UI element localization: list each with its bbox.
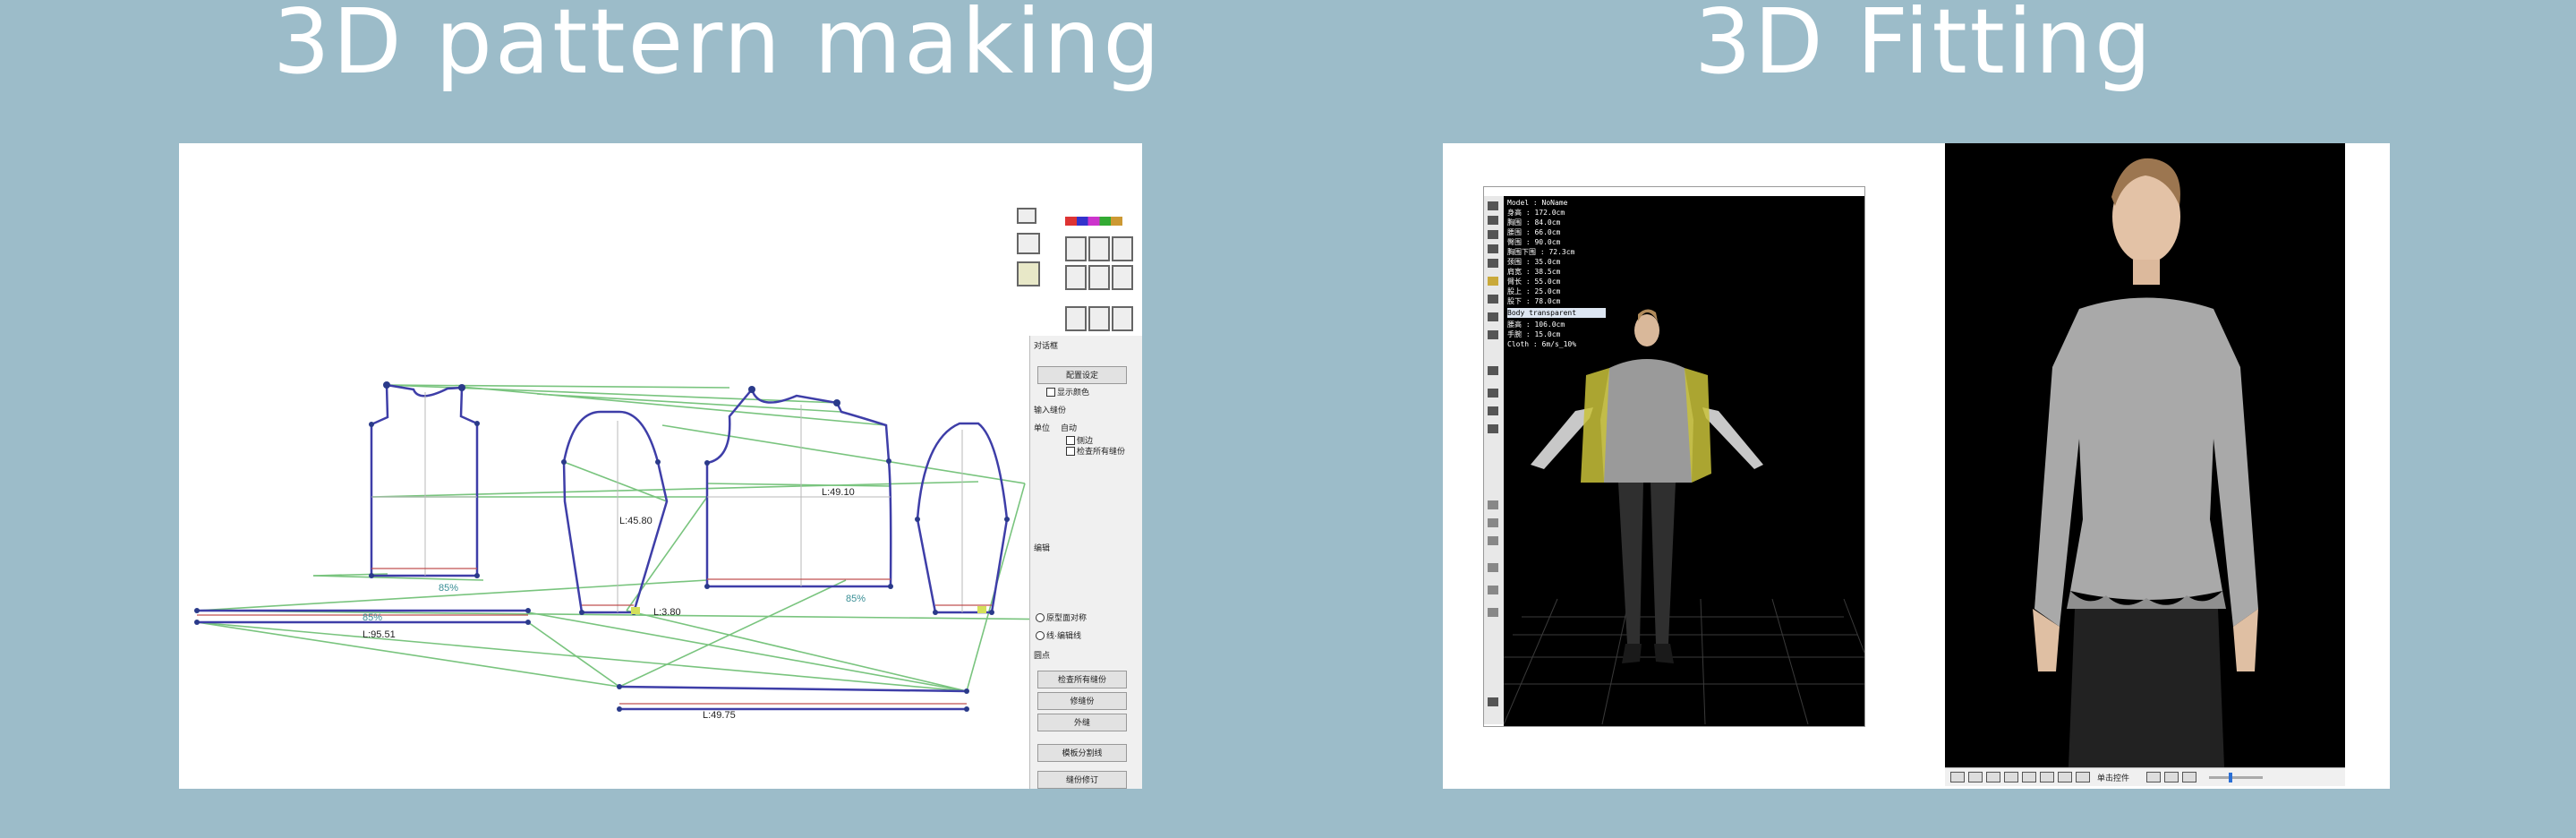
model-render — [2033, 158, 2258, 767]
toolbar-icon[interactable] — [1488, 608, 1498, 617]
legs — [1618, 483, 1676, 644]
sweater — [2034, 297, 2258, 627]
dialog-label: 单位 — [1034, 423, 1051, 432]
mannequin-scene — [1504, 309, 1864, 725]
right-arm — [1702, 407, 1763, 469]
label-small-length: L:3.80 — [653, 607, 681, 618]
dialog-button[interactable]: 检查所有缝份 — [1037, 671, 1127, 688]
status-text: 单击控件 — [2097, 774, 2130, 782]
view-icon[interactable] — [2164, 772, 2179, 782]
green-seam-lines — [196, 384, 1077, 692]
toolbar-icon[interactable] — [1488, 330, 1498, 339]
dialog-button[interactable]: 修缝份 — [1037, 692, 1127, 710]
view-icon[interactable] — [1950, 772, 1965, 782]
render-statusbar: 单击控件 — [1945, 767, 2345, 786]
pattern-making-screenshot: L:45.80 L:49.10 L:95.51 L:49.75 L:3.80 8… — [179, 143, 1142, 789]
ruler-icon[interactable] — [1088, 265, 1110, 290]
pattern-canvas[interactable]: L:45.80 L:49.10 L:95.51 L:49.75 L:3.80 8… — [179, 143, 1142, 789]
page-icon[interactable] — [1065, 306, 1087, 331]
dialog-label: 编辑 — [1034, 543, 1051, 552]
percent-label: 85% — [363, 612, 382, 623]
dialog-header: 对话框 — [1034, 341, 1059, 350]
percent-label: 85% — [439, 583, 458, 594]
view-icon[interactable] — [2058, 772, 2072, 782]
toolbar-icon[interactable] — [1488, 536, 1498, 545]
dialog-label: 输入缝份 — [1034, 406, 1067, 415]
toolbar-icon[interactable] — [1488, 406, 1498, 415]
toolbar-icon[interactable] — [1488, 277, 1498, 286]
toolbar-icon[interactable] — [1488, 563, 1498, 572]
dialog-button[interactable]: 配置设定 — [1037, 366, 1127, 384]
toolbar-icon[interactable] — [1488, 230, 1498, 239]
toolbar-icon[interactable] — [1488, 389, 1498, 398]
pants — [2068, 609, 2224, 767]
dialog-label: 圆点 — [1034, 651, 1051, 660]
render-viewport[interactable] — [1945, 143, 2345, 767]
toolbar-icon[interactable] — [1488, 244, 1498, 253]
dialog-button[interactable]: 缝份修订 — [1037, 771, 1127, 789]
view-icon[interactable] — [2182, 772, 2196, 782]
floor-grid — [1504, 598, 1864, 725]
label-back-length: L:49.10 — [822, 487, 855, 498]
toolbar-icon[interactable] — [1488, 366, 1498, 375]
copy-icon[interactable] — [1088, 236, 1110, 261]
toolbar-icon[interactable] — [1488, 586, 1498, 594]
label-left-length: L:95.51 — [363, 629, 396, 640]
dialog-label: 线·编辑线 — [1046, 631, 1081, 640]
view-icon[interactable] — [2076, 772, 2090, 782]
toolbar-icon[interactable] — [1488, 500, 1498, 509]
monitor-icon[interactable] — [1112, 236, 1133, 261]
color-pens-icon[interactable] — [1065, 217, 1122, 226]
document-icon[interactable] — [1112, 306, 1133, 331]
side-checkbox[interactable] — [1066, 436, 1075, 445]
dialog-label: 原型面对称 — [1046, 613, 1088, 622]
brush-icon[interactable] — [1017, 208, 1036, 224]
fitting-screenshot: Model : NoName 身高 : 172.0cm 胸围 : 84.0cm … — [1443, 143, 2390, 789]
toolbar-icon[interactable] — [1488, 518, 1498, 527]
toolbar-icon[interactable] — [1488, 424, 1498, 433]
title-3d-fitting: 3D Fitting — [1694, 0, 2154, 94]
dialog-label: 检查所有缝份 — [1077, 447, 1126, 456]
layout-icon[interactable] — [1065, 265, 1087, 290]
pattern-pieces — [370, 383, 1009, 614]
check-seam-checkbox[interactable] — [1066, 447, 1075, 456]
simulation-toolbar — [1484, 196, 1505, 724]
toolbar-icon[interactable] — [1488, 259, 1498, 268]
simulation-viewport[interactable]: Model : NoName 身高 : 172.0cm 胸围 : 84.0cm … — [1504, 196, 1864, 726]
needle-icon[interactable] — [1017, 261, 1040, 286]
title-3d-pattern-making: 3D pattern making — [273, 0, 1163, 94]
toolbar-icon[interactable] — [1488, 295, 1498, 304]
edit-line-radio[interactable] — [1036, 631, 1045, 640]
view-icon[interactable] — [2146, 772, 2161, 782]
simulation-window: Model : NoName 身高 : 172.0cm 胸围 : 84.0cm … — [1483, 186, 1865, 727]
show-color-checkbox[interactable] — [1046, 388, 1055, 397]
dialog-button[interactable]: 模板分割线 — [1037, 744, 1127, 762]
dialog-label: 自动 — [1061, 423, 1078, 432]
property-dialog: 对话框 配置设定 显示颜色 输入缝份 单位 自动 侧边 检查所有缝份 编辑 原型… — [1029, 336, 1142, 789]
view-icon[interactable] — [2040, 772, 2054, 782]
shoes — [1622, 644, 1674, 663]
hand-icon[interactable] — [1017, 233, 1040, 254]
dialog-button[interactable]: 外缝 — [1037, 714, 1127, 731]
percent-label: 85% — [846, 594, 866, 604]
dialog-label: 显示颜色 — [1057, 388, 1090, 397]
pages-icon[interactable] — [1088, 306, 1110, 331]
zoom-slider[interactable] — [2209, 773, 2263, 782]
garment — [1600, 359, 1693, 483]
view-icon[interactable] — [2022, 772, 2036, 782]
zoom-slider-handle[interactable] — [2229, 773, 2232, 782]
view-icon[interactable] — [2004, 772, 2018, 782]
toolbar-icon[interactable] — [1488, 216, 1498, 225]
toolbar-icon[interactable] — [1488, 312, 1498, 321]
symmetry-radio[interactable] — [1036, 613, 1045, 622]
save-icon[interactable] — [1065, 236, 1087, 261]
toolbar-icon[interactable] — [1488, 697, 1498, 706]
view-icon[interactable] — [1968, 772, 1983, 782]
label-bottom-length: L:49.75 — [703, 710, 736, 721]
toolbar-icon[interactable] — [1488, 201, 1498, 210]
neck — [2133, 260, 2160, 285]
grid-icon[interactable] — [1112, 265, 1133, 290]
view-icon[interactable] — [1986, 772, 2000, 782]
label-sleeve-length: L:45.80 — [619, 516, 653, 526]
